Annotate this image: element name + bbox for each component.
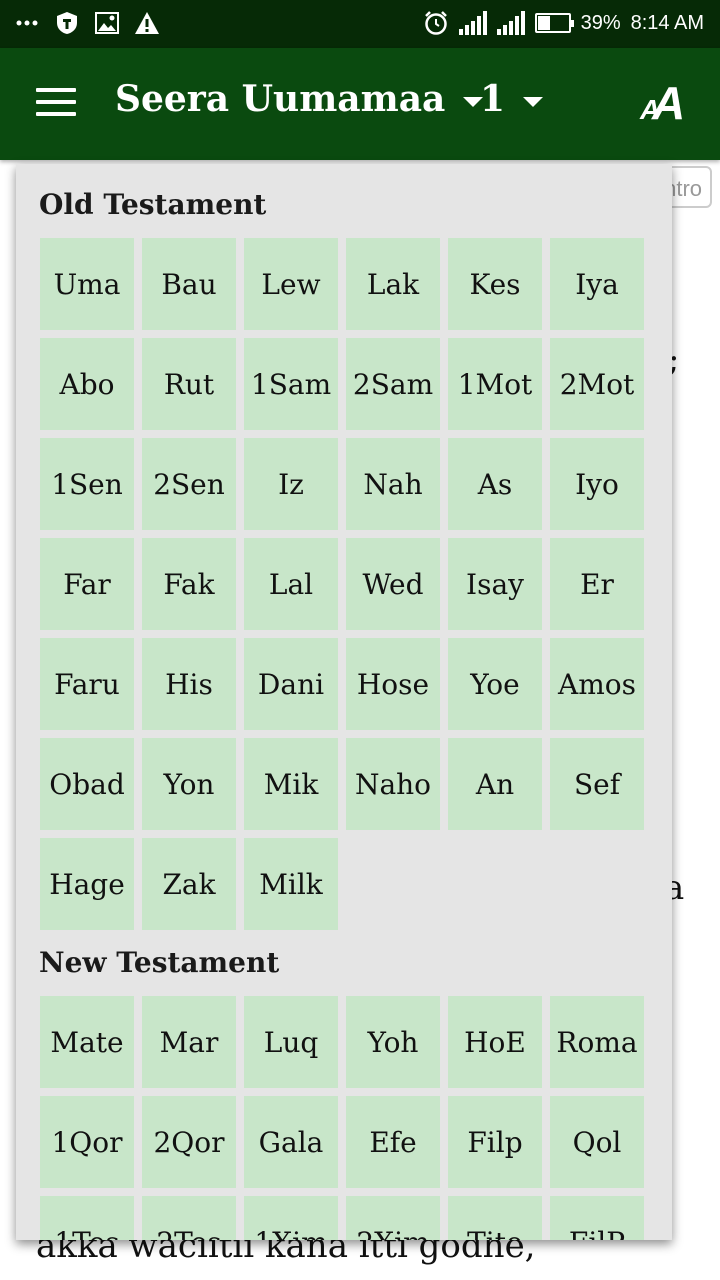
book-button[interactable]: Iya — [550, 238, 644, 330]
chapter-number: 1 — [480, 78, 506, 120]
shield-icon — [54, 10, 80, 36]
signal-icon — [496, 11, 525, 35]
book-button[interactable]: Yoe — [448, 638, 542, 730]
book-button[interactable]: Nah — [346, 438, 440, 530]
book-button[interactable]: Lew — [244, 238, 338, 330]
book-selector[interactable]: Seera Uumamaa — [115, 78, 484, 120]
book-button[interactable]: Abo — [40, 338, 134, 430]
book-button[interactable]: Faru — [40, 638, 134, 730]
book-button[interactable]: 1Tes — [40, 1196, 134, 1240]
clock: 8:14 AM — [630, 11, 704, 34]
chapter-selector[interactable]: 1 — [480, 78, 544, 120]
book-button[interactable]: As — [448, 438, 542, 530]
chevron-down-icon — [523, 97, 544, 107]
book-button[interactable]: His — [142, 638, 236, 730]
book-button[interactable]: Roma — [550, 996, 644, 1088]
book-button[interactable]: FilP — [550, 1196, 644, 1240]
book-button[interactable]: Luq — [244, 996, 338, 1088]
book-button[interactable]: Efe — [346, 1096, 440, 1188]
book-button[interactable]: 1Sam — [244, 338, 338, 430]
book-button[interactable]: Kes — [448, 238, 542, 330]
book-button[interactable]: Hage — [40, 838, 134, 930]
book-button[interactable]: 1Qor — [40, 1096, 134, 1188]
battery-percent: 39% — [580, 11, 621, 34]
book-button[interactable]: 1Xim — [244, 1196, 338, 1240]
book-button[interactable]: Dani — [244, 638, 338, 730]
book-button[interactable]: 2Sen — [142, 438, 236, 530]
new-testament-heading: New Testament — [39, 946, 280, 979]
book-button[interactable]: 1Mot — [448, 338, 542, 430]
book-button[interactable]: Yoh — [346, 996, 440, 1088]
book-button[interactable]: Uma — [40, 238, 134, 330]
book-button[interactable]: Qol — [550, 1096, 644, 1188]
book-button[interactable]: Fak — [142, 538, 236, 630]
book-button[interactable]: Lal — [244, 538, 338, 630]
book-button[interactable]: Bau — [142, 238, 236, 330]
book-button[interactable]: Far — [40, 538, 134, 630]
book-button[interactable]: 1Sen — [40, 438, 134, 530]
book-button[interactable]: Sef — [550, 738, 644, 830]
book-button[interactable]: Yon — [142, 738, 236, 830]
book-title: Seera Uumamaa — [115, 78, 446, 120]
menu-icon[interactable] — [36, 88, 76, 118]
book-button[interactable]: Milk — [244, 838, 338, 930]
book-button[interactable]: Iyo — [550, 438, 644, 530]
book-button[interactable]: Wed — [346, 538, 440, 630]
book-button[interactable]: Iz — [244, 438, 338, 530]
book-button[interactable]: 2Tes — [142, 1196, 236, 1240]
book-button[interactable]: Filp — [448, 1096, 542, 1188]
app-bar: Seera Uumamaa 1 AA — [0, 48, 720, 160]
book-button[interactable]: 2Qor — [142, 1096, 236, 1188]
book-button[interactable]: Hose — [346, 638, 440, 730]
book-button[interactable]: Gala — [244, 1096, 338, 1188]
book-button[interactable]: An — [448, 738, 542, 830]
battery-icon — [534, 13, 574, 33]
alarm-icon — [423, 10, 449, 36]
book-button[interactable]: Mate — [40, 996, 134, 1088]
old-testament-heading: Old Testament — [39, 188, 267, 221]
book-button[interactable]: Obad — [40, 738, 134, 830]
book-button[interactable]: 2Xim — [346, 1196, 440, 1240]
book-button[interactable]: Rut — [142, 338, 236, 430]
old-testament-grid: Uma Bau Lew Lak Kes Iya Abo Rut 1Sam 2Sam 1Mot 2Mot… — [40, 238, 644, 930]
book-button[interactable]: Lak — [346, 238, 440, 330]
book-button[interactable]: Tito — [448, 1196, 542, 1240]
book-button[interactable]: 2Sam — [346, 338, 440, 430]
book-button[interactable]: 2Mot — [550, 338, 644, 430]
book-button[interactable]: Er — [550, 538, 644, 630]
book-button[interactable]: Mik — [244, 738, 338, 830]
book-chooser-popup: Old Testament Uma Bau Lew Lak Kes Iya Abo Rut 1S… — [16, 164, 672, 1240]
book-button[interactable]: Naho — [346, 738, 440, 830]
warning-icon — [134, 10, 160, 36]
status-bar: 39% 8:14 AM — [0, 0, 720, 48]
image-icon — [94, 10, 120, 36]
book-button[interactable]: Isay — [448, 538, 542, 630]
new-testament-grid: Mate Mar Luq Yoh HoE Roma 1Qor 2Qor Gala Efe Filp Q… — [40, 996, 644, 1240]
more-dots-icon — [14, 10, 40, 36]
font-size-icon[interactable]: AA — [638, 77, 694, 129]
book-button[interactable]: Zak — [142, 838, 236, 930]
book-button[interactable]: Mar — [142, 996, 236, 1088]
book-button[interactable]: HoE — [448, 996, 542, 1088]
book-button[interactable]: Amos — [550, 638, 644, 730]
signal-icon — [458, 11, 487, 35]
